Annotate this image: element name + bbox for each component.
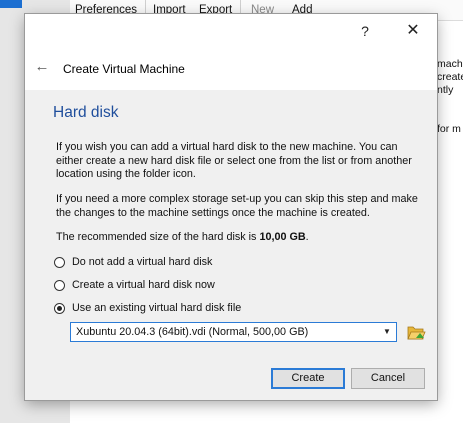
create-vm-dialog: ? ✕ ← Create Virtual Machine Hard disk I… xyxy=(25,14,437,400)
option-existing-disk[interactable]: Use an existing virtual hard disk file xyxy=(54,300,241,316)
radio-button-selected[interactable] xyxy=(54,302,65,314)
close-icon[interactable]: ✕ xyxy=(403,21,423,41)
section-title: Hard disk xyxy=(53,104,119,121)
setup-paragraph: If you need a more complex storage set-u… xyxy=(56,193,418,219)
option-label: Do not add a virtual hard disk xyxy=(72,256,213,268)
radio-button[interactable] xyxy=(54,279,65,291)
background-text: create n xyxy=(437,71,463,83)
help-icon[interactable]: ? xyxy=(355,21,375,41)
radio-button[interactable] xyxy=(54,256,65,268)
folder-open-icon[interactable] xyxy=(406,322,426,342)
recommended-size-text: The recommended size of the hard disk is… xyxy=(56,231,426,245)
option-label: Use an existing virtual hard disk file xyxy=(72,302,242,314)
disk-file-value: Xubuntu 20.04.3 (64bit).vdi (Normal, 500… xyxy=(76,326,309,338)
disk-file-select[interactable]: Xubuntu 20.04.3 (64bit).vdi (Normal, 500… xyxy=(70,322,397,342)
recommended-size-suffix: . xyxy=(305,231,309,243)
background-text: ntly xyxy=(437,84,454,96)
create-button[interactable]: Create xyxy=(271,368,345,389)
background-selection-highlight xyxy=(0,0,22,8)
back-arrow-icon[interactable]: ← xyxy=(33,59,51,75)
intro-paragraph: If you wish you can add a virtual hard d… xyxy=(56,141,412,180)
dialog-titlebar: ? ✕ xyxy=(25,14,437,47)
option-label: Create a virtual hard disk now xyxy=(72,279,215,291)
cancel-button[interactable]: Cancel xyxy=(351,368,425,389)
recommended-size-prefix: The recommended size of the hard disk is xyxy=(56,231,260,243)
option-no-disk[interactable]: Do not add a virtual hard disk xyxy=(54,254,212,270)
chevron-down-icon[interactable]: ▼ xyxy=(382,327,392,337)
option-create-disk[interactable]: Create a virtual hard disk now xyxy=(54,277,215,293)
dialog-title: Create Virtual Machine xyxy=(63,62,185,76)
background-text: machine xyxy=(437,58,463,70)
recommended-size-value: 10,00 GB xyxy=(259,231,306,243)
background-text: for m xyxy=(437,123,461,135)
dialog-header: ← Create Virtual Machine xyxy=(25,47,437,90)
